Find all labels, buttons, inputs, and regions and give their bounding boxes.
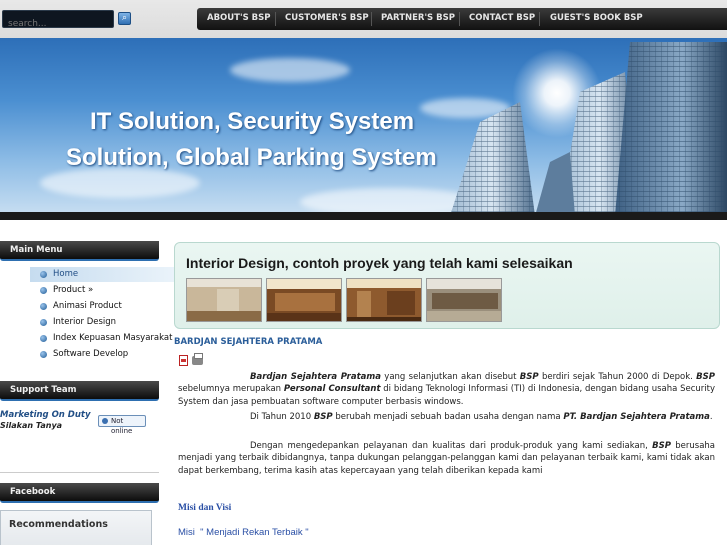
thumbnail-image[interactable] xyxy=(186,278,262,322)
nav-customer[interactable]: CUSTOMER'S BSP xyxy=(285,8,369,30)
bullet-icon xyxy=(40,319,47,326)
menu-item-animasi-product[interactable]: Animasi Product xyxy=(30,299,174,314)
bsp-abbrev: BSP xyxy=(519,372,539,382)
text: berdiri sejak Tahun 2000 di Depok. xyxy=(538,372,697,382)
banner-bottom-strip xyxy=(0,212,727,220)
cloud xyxy=(230,58,350,82)
thumbnail-image[interactable] xyxy=(266,278,342,322)
menu-item-label: Animasi Product xyxy=(53,301,122,311)
print-icon[interactable] xyxy=(192,353,203,365)
bullet-icon xyxy=(40,351,47,358)
menu-item-label: Interior Design xyxy=(53,317,117,327)
cloud xyxy=(40,168,200,198)
messenger-icon xyxy=(102,418,108,424)
marketing-subtitle: Silakan Tanya xyxy=(0,421,63,430)
bullet-icon xyxy=(40,335,47,342)
article-header-box: Interior Design, contoh proyek yang tela… xyxy=(174,242,720,329)
menu-item-index-kepuasan[interactable]: Index Kepuasan Masyarakat xyxy=(30,331,174,346)
nav-about[interactable]: ABOUT'S BSP xyxy=(207,8,271,30)
marketing-on-duty-link[interactable]: Marketing On Duty xyxy=(0,410,91,420)
text: yang selanjutkan akan disebut xyxy=(380,372,520,382)
nav-separator xyxy=(371,12,372,26)
company-heading: BARDJAN SEJAHTERA PRATAMA xyxy=(174,337,323,347)
search-box xyxy=(2,10,114,32)
text: sebelumnya merupakan xyxy=(178,384,284,395)
bullet-icon xyxy=(40,287,47,294)
menu-item-home[interactable]: Home xyxy=(30,267,174,282)
search-input[interactable] xyxy=(3,16,113,32)
online-status-text: Not online xyxy=(111,417,133,435)
pdf-icon[interactable] xyxy=(179,355,188,366)
header-banner: IT Solution, Security System Solution, G… xyxy=(0,38,727,216)
recommendations-box: Recommendations xyxy=(0,510,152,545)
misi-text: Misi " Menjadi Rekan Terbaik " xyxy=(178,527,309,538)
menu-item-interior-design[interactable]: Interior Design xyxy=(30,315,174,330)
menu-item-label: Software Develop xyxy=(53,349,129,359)
online-status-badge[interactable]: Not online xyxy=(98,415,146,435)
bullet-icon xyxy=(40,271,47,278)
text: Dengan mengedepankan pelayanan dan kuali… xyxy=(250,441,653,451)
facebook-header: Facebook xyxy=(0,483,159,503)
search-icon: ⌕ xyxy=(121,13,128,23)
support-team-header: Support Team xyxy=(0,381,159,401)
thumbnail-image[interactable] xyxy=(426,278,502,322)
skyscrapers-image xyxy=(450,42,727,216)
nav-guestbook[interactable]: GUEST'S BOOK BSP xyxy=(550,8,643,30)
thumbnail-image[interactable] xyxy=(346,278,422,322)
pt-company-name: PT. Bardjan Sejahtera Pratama xyxy=(563,412,710,422)
company-name: Bardjan Sejahtera Pratama xyxy=(250,372,381,382)
article-paragraph-2: Di Tahun 2010 BSP berubah menjadi sebuah… xyxy=(178,411,715,423)
sidebar-divider xyxy=(0,472,159,473)
nav-partner[interactable]: PARTNER'S BSP xyxy=(381,8,455,30)
nav-separator xyxy=(275,12,276,26)
text: Di Tahun 2010 xyxy=(250,412,314,422)
recommendations-title: Recommendations xyxy=(9,519,108,530)
article-title: Interior Design, contoh proyek yang tela… xyxy=(186,255,573,271)
bsp-abbrev: BSP xyxy=(696,372,715,382)
personal-consultant: Personal Consultant xyxy=(283,384,381,395)
menu-item-software-develop[interactable]: Software Develop xyxy=(30,347,174,362)
text: . xyxy=(709,412,713,422)
menu-item-label: Product » xyxy=(53,285,94,295)
menu-item-label: Index Kepuasan Masyarakat xyxy=(53,333,173,343)
text: berubah menjadi sebuah badan usaha denga… xyxy=(332,412,564,422)
top-bar: ⌕ ABOUT'S BSP CUSTOMER'S BSP PARTNER'S B… xyxy=(0,0,727,38)
article-paragraph-1: Bardjan Sejahtera Pratama yang selanjutk… xyxy=(178,371,715,408)
article-paragraph-3: Dengan mengedepankan pelayanan dan kuali… xyxy=(178,440,715,477)
menu-item-product[interactable]: Product » xyxy=(30,283,174,298)
menu-item-label: Home xyxy=(53,269,79,279)
bsp-abbrev: BSP xyxy=(313,412,333,422)
banner-headline-line1: IT Solution, Security System xyxy=(90,108,415,135)
banner-headline-line2: Solution, Global Parking System xyxy=(66,144,437,171)
bsp-abbrev: BSP xyxy=(652,441,671,451)
main-menu-header: Main Menu xyxy=(0,241,159,261)
top-navigation: ABOUT'S BSP CUSTOMER'S BSP PARTNER'S BSP… xyxy=(197,8,727,30)
nav-separator xyxy=(539,12,540,26)
search-button[interactable]: ⌕ xyxy=(118,12,131,25)
bullet-icon xyxy=(40,303,47,310)
nav-contact[interactable]: CONTACT BSP xyxy=(469,8,535,30)
misi-visi-heading: Misi dan Visi xyxy=(178,503,232,513)
nav-separator xyxy=(459,12,460,26)
